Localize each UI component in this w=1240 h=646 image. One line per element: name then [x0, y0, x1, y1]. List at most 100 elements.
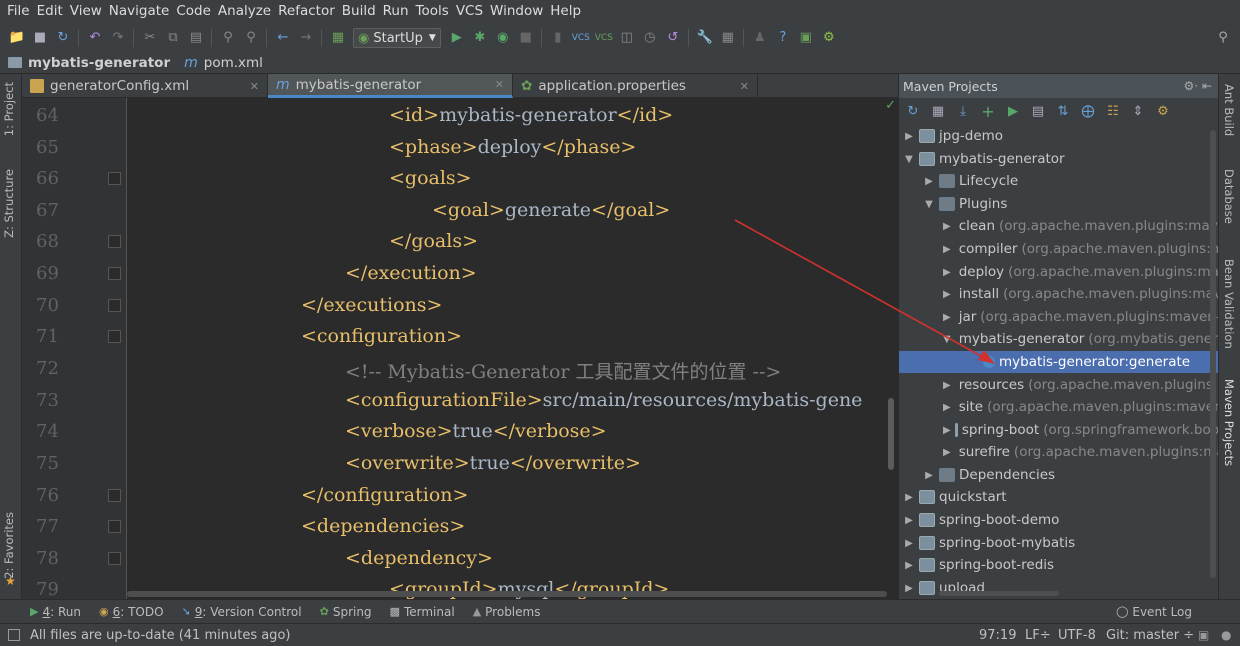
tree-item-plugin[interactable]: ▶ spring-boot (org.springframework.boo — [899, 419, 1219, 441]
tab-ant-build[interactable]: Ant Build — [1222, 84, 1236, 136]
menu-vcs[interactable]: VCS — [453, 3, 486, 19]
tab-spring[interactable]: ✿ Spring — [320, 605, 372, 619]
tree-item-plugins[interactable]: ▼ Plugins — [899, 193, 1219, 215]
tree-horizontal-scrollbar[interactable] — [939, 591, 1059, 596]
tab-run[interactable]: ▶ 4: Run — [30, 605, 81, 619]
expand-arrow-icon[interactable]: ▶ — [923, 176, 935, 187]
attach-icon[interactable]: ▮ — [550, 30, 566, 46]
expand-arrow-icon[interactable]: ▶ — [943, 402, 951, 413]
open-folder-icon[interactable]: 📁 — [9, 30, 25, 46]
expand-arrow-icon[interactable]: ▶ — [943, 312, 951, 323]
fold-marker[interactable] — [108, 299, 121, 312]
vertical-scrollbar[interactable] — [888, 398, 894, 470]
vcs-history-icon[interactable]: ◷ — [642, 30, 658, 46]
expand-arrow-icon[interactable]: ▶ — [903, 538, 915, 549]
tree-item-plugin[interactable]: ▶ compiler (org.apache.maven.plugins:m — [899, 238, 1219, 260]
fold-marker[interactable] — [108, 520, 121, 533]
tree-item-plugin[interactable]: ▶ deploy (org.apache.maven.plugins:mav — [899, 261, 1219, 283]
tree-item-plugin[interactable]: ▶ surefire (org.apache.maven.plugins:ma — [899, 441, 1219, 463]
menu-run[interactable]: Run — [380, 3, 412, 19]
coverage-icon[interactable]: ◉ — [495, 30, 511, 46]
forward-icon[interactable]: → — [298, 30, 314, 46]
back-icon[interactable]: ← — [275, 30, 291, 46]
fold-marker[interactable] — [108, 235, 121, 248]
line-separator[interactable]: LF÷ — [1025, 628, 1051, 643]
tree-item-plugin[interactable]: ▶ clean (org.apache.maven.plugins:mave — [899, 215, 1219, 237]
tree-item-plugin[interactable]: ▶ resources (org.apache.maven.plugins:m — [899, 374, 1219, 396]
menu-edit[interactable]: Edit — [34, 3, 66, 19]
vcs-update-icon[interactable]: VCS — [572, 30, 590, 46]
event-log-button[interactable]: ◯ Event Log — [1116, 605, 1192, 619]
settings-icon[interactable]: 🔧 — [697, 30, 713, 46]
project-structure-icon[interactable]: ▦ — [720, 30, 736, 46]
undo-icon[interactable]: ↶ — [87, 30, 103, 46]
tab-problems[interactable]: ▲ Problems — [473, 605, 541, 619]
file-encoding[interactable]: UTF-8 — [1058, 628, 1096, 643]
sdk-icon[interactable]: ♟ — [752, 30, 768, 46]
fold-marker[interactable] — [108, 552, 121, 565]
add-icon[interactable]: + — [980, 102, 996, 121]
generate-sources-icon[interactable]: ▦ — [930, 103, 946, 119]
hide-icon[interactable]: ⇤ — [1202, 79, 1212, 93]
find-icon[interactable]: ⚲ — [220, 30, 236, 46]
expand-arrow-icon[interactable]: ▶ — [943, 244, 951, 255]
tab-generatorconfig[interactable]: generatorConfig.xml ✕ — [22, 74, 268, 98]
vcs-compare-icon[interactable]: ◫ — [619, 30, 635, 46]
tab-maven-projects[interactable]: Maven Projects — [1222, 379, 1236, 466]
tree-item-project[interactable]: ▶ jpg-demo — [899, 125, 1219, 147]
breadcrumb-project[interactable]: mybatis-generator — [28, 55, 170, 71]
android-icon[interactable]: ⚙ — [821, 30, 837, 46]
tab-database[interactable]: Database — [1222, 169, 1236, 224]
menu-analyze[interactable]: Analyze — [215, 3, 274, 19]
revert-icon[interactable]: ↺ — [665, 30, 681, 46]
skip-tests-icon[interactable]: ⨁ — [1080, 103, 1096, 119]
execute-goal-icon[interactable]: ▤ — [1030, 103, 1046, 119]
tree-item-project[interactable]: ▶ spring-boot-mybatis — [899, 532, 1219, 554]
expand-arrow-icon[interactable]: ▶ — [903, 492, 915, 503]
menu-help[interactable]: Help — [547, 3, 584, 19]
tree-item-dependencies[interactable]: ▶ Dependencies — [899, 464, 1219, 486]
notifications-icon[interactable]: ● — [1221, 628, 1231, 642]
help-icon[interactable]: ? — [775, 30, 791, 46]
redo-icon[interactable]: ↷ — [110, 30, 126, 46]
copy-icon[interactable]: ⧉ — [165, 30, 181, 46]
menu-window[interactable]: Window — [487, 3, 546, 19]
run-icon[interactable]: ▶ — [449, 30, 465, 46]
close-icon[interactable]: ✕ — [740, 80, 749, 93]
paste-icon[interactable]: ▤ — [188, 30, 204, 46]
tab-terminal[interactable]: ▩ Terminal — [390, 605, 455, 619]
build-icon[interactable]: ▦ — [330, 30, 346, 46]
tab-version-control[interactable]: ➘ 9: Version Control — [182, 605, 302, 619]
expand-arrow-icon[interactable]: ▶ — [923, 470, 935, 481]
expand-arrow-icon[interactable]: ▶ — [943, 289, 951, 300]
download-icon[interactable]: ⤓ — [955, 103, 971, 119]
run-icon[interactable]: ▶ — [1005, 103, 1021, 119]
menu-tools[interactable]: Tools — [413, 3, 452, 19]
menu-refactor[interactable]: Refactor — [275, 3, 338, 19]
maven-settings-icon[interactable]: ⚙ — [1155, 103, 1171, 119]
tab-todo[interactable]: ◉ 6: TODO — [99, 605, 164, 619]
expand-arrow-icon[interactable]: ▶ — [903, 560, 915, 571]
tree-vertical-scrollbar[interactable] — [1210, 130, 1216, 578]
run-configuration-select[interactable]: ◉ StartUp ▼ — [353, 28, 441, 48]
caret-position[interactable]: 97:19 — [979, 628, 1016, 643]
reimport-icon[interactable]: ↻ — [905, 103, 921, 119]
vcs-commit-icon[interactable]: VCS — [595, 30, 613, 46]
menu-navigate[interactable]: Navigate — [106, 3, 173, 19]
lock-icon[interactable]: ▣ — [1198, 628, 1209, 642]
tree-item-project[interactable]: ▶ spring-boot-demo — [899, 509, 1219, 531]
toggle-tool-windows-icon[interactable] — [8, 629, 20, 641]
code-editor[interactable]: 64 65 66 67 68 69 70 71 72 73 74 75 76 7… — [22, 98, 898, 599]
expand-arrow-icon[interactable]: ▶ — [943, 221, 951, 232]
menu-build[interactable]: Build — [339, 3, 379, 19]
expand-arrow-icon[interactable]: ▶ — [943, 425, 951, 436]
tab-application-properties[interactable]: ✿ application.properties ✕ — [513, 74, 758, 98]
collapse-arrow-icon[interactable]: ▼ — [943, 334, 951, 345]
fold-marker[interactable] — [108, 330, 121, 343]
save-icon[interactable]: ■ — [32, 30, 48, 46]
fold-marker[interactable] — [108, 489, 121, 502]
cut-icon[interactable]: ✂ — [142, 30, 158, 46]
tree-item-plugin[interactable]: ▶ jar (org.apache.maven.plugins:maven-j — [899, 306, 1219, 328]
expand-arrow-icon[interactable]: ▶ — [903, 131, 915, 142]
expand-arrow-icon[interactable]: ▶ — [943, 380, 951, 391]
